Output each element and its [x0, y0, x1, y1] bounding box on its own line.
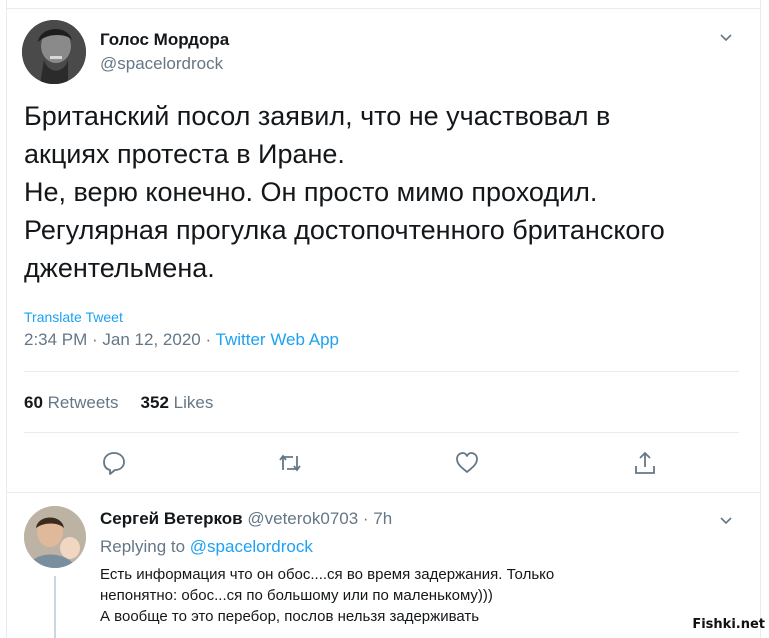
retweet-icon[interactable] [277, 450, 303, 476]
tweet-text: Британский посол заявил, что не участвов… [24, 101, 665, 283]
replying-to: Replying to @spacelordrock [100, 537, 313, 557]
retweets-stat[interactable]: 60 Retweets [24, 393, 119, 412]
retweets-count: 60 [24, 393, 43, 412]
timestamp[interactable]: 2:34 PM · Jan 12, 2020 · [24, 330, 216, 349]
likes-stat[interactable]: 352 Likes [141, 393, 214, 412]
source-app-link[interactable]: Twitter Web App [216, 330, 339, 349]
divider [6, 492, 761, 493]
reply-text: Есть информация что он обос....ся во вре… [100, 566, 555, 625]
main-tweet: Голос Мордора @spacelordrock Британский … [0, 0, 769, 490]
author-name[interactable]: Голос Мордора [100, 30, 229, 50]
reply-time[interactable]: · 7h [358, 509, 392, 528]
tweet-stats: 60 Retweets 352 Likes [24, 393, 213, 413]
tweet-meta: 2:34 PM · Jan 12, 2020 · Twitter Web App [24, 330, 339, 350]
translate-tweet-link[interactable]: Translate Tweet [24, 309, 123, 325]
reply-author-name[interactable]: Сергей Ветерков [100, 509, 243, 528]
replying-to-link[interactable]: @spacelordrock [190, 537, 313, 556]
likes-count: 352 [140, 393, 169, 412]
retweets-label: Retweets [47, 393, 119, 412]
share-icon[interactable] [632, 450, 658, 476]
chevron-down-icon[interactable] [718, 513, 734, 529]
likes-label: Likes [173, 393, 214, 412]
thread-line [54, 576, 56, 638]
reply-author-handle[interactable]: @veterok0703 [247, 509, 358, 528]
author-handle[interactable]: @spacelordrock [100, 54, 223, 74]
divider [24, 432, 739, 433]
avatar[interactable] [22, 20, 86, 84]
watermark: Fishki.net [692, 617, 765, 632]
avatar[interactable] [24, 506, 86, 568]
reply-icon[interactable] [101, 450, 127, 476]
like-icon[interactable] [454, 450, 480, 476]
divider [24, 371, 739, 372]
chevron-down-icon[interactable] [718, 30, 734, 46]
replying-label: Replying to [100, 537, 190, 556]
reply-header: Сергей Ветерков @veterok0703 · 7h [100, 509, 392, 529]
